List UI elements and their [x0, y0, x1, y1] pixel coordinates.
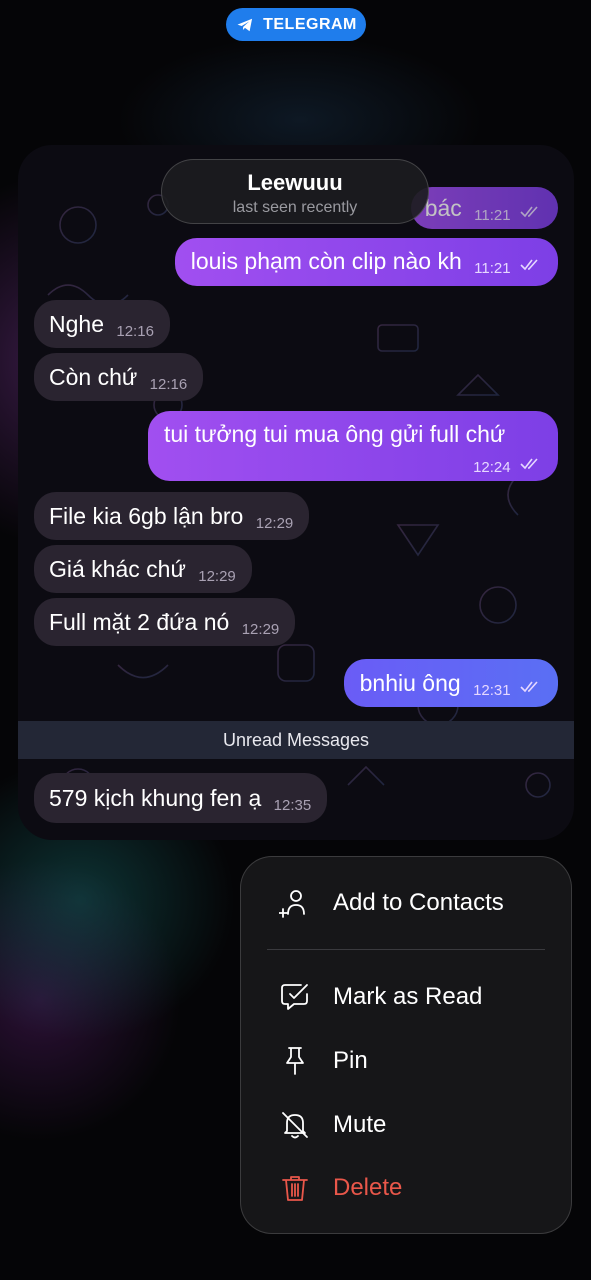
- menu-item-label: Delete: [333, 1174, 403, 1201]
- menu-item-delete[interactable]: Delete: [241, 1160, 571, 1216]
- menu-item-mark-as-read[interactable]: Mark as Read: [241, 969, 571, 1025]
- unread-messages-divider: Unread Messages: [18, 721, 574, 759]
- message-text: louis phạm còn clip nào kh: [190, 248, 462, 274]
- context-menu: Add to Contacts Mark as Read Pin Mute De…: [240, 856, 572, 1234]
- pin-icon: [286, 1047, 304, 1075]
- message-text: Nghe: [49, 311, 104, 337]
- message-time: 12:16: [149, 376, 188, 393]
- chat-preview[interactable]: Leewuuu last seen recently bác 11:21 lou…: [18, 145, 574, 840]
- message-bubble[interactable]: File kia 6gb lận bro 12:29: [34, 492, 310, 540]
- trash-icon: [282, 1176, 308, 1201]
- menu-item-mute[interactable]: Mute: [241, 1097, 571, 1153]
- message-text: Còn chứ: [49, 364, 138, 390]
- message-bubble[interactable]: bác 11:21: [410, 187, 558, 229]
- message-time: 11:21: [474, 260, 511, 277]
- menu-item-add-to-contacts[interactable]: Add to Contacts: [241, 875, 571, 931]
- message-bubble[interactable]: 579 kịch khung fen ạ 12:35: [34, 773, 328, 823]
- menu-item-label: Add to Contacts: [333, 889, 504, 916]
- message-time: 11:21: [474, 207, 511, 224]
- message-bubble[interactable]: louis phạm còn clip nào kh 11:21: [174, 238, 558, 286]
- double-check-icon: [520, 458, 538, 470]
- message-time: 12:31: [473, 682, 511, 699]
- contact-status: last seen recently: [232, 199, 358, 216]
- message-text: File kia 6gb lận bro: [49, 503, 244, 529]
- bell-off-icon: [282, 1112, 308, 1139]
- message-text: bnhiu ông: [359, 670, 461, 696]
- double-check-icon: [520, 681, 538, 693]
- menu-item-pin[interactable]: Pin: [241, 1033, 571, 1089]
- message-text: Giá khác chứ: [49, 556, 186, 582]
- message-bubble[interactable]: Còn chứ 12:16: [34, 353, 204, 401]
- double-check-icon: [520, 259, 538, 271]
- menu-item-label: Mute: [333, 1111, 387, 1138]
- chat-header[interactable]: Leewuuu last seen recently: [161, 159, 429, 224]
- add-contact-icon: [279, 890, 305, 918]
- menu-item-label: Mark as Read: [333, 983, 483, 1010]
- message-text: bác: [424, 195, 462, 221]
- unread-label: Unread Messages: [222, 729, 370, 750]
- mark-read-icon: [281, 984, 308, 1010]
- telegram-badge: TELEGRAM: [226, 8, 366, 41]
- message-bubble[interactable]: bnhiu ông 12:31: [343, 659, 558, 707]
- message-bubble[interactable]: Full mặt 2 đứa nó 12:29: [34, 598, 296, 646]
- message-time: 12:35: [273, 797, 312, 814]
- message-time: 12:29: [241, 621, 280, 638]
- telegram-plane-icon: [237, 18, 253, 31]
- message-bubble[interactable]: Giá khác chứ 12:29: [34, 545, 252, 593]
- message-bubble[interactable]: Nghe 12:16: [34, 300, 170, 348]
- message-time: 12:24: [473, 459, 511, 476]
- message-text: Full mặt 2 đứa nó: [49, 609, 230, 635]
- message-time: 12:29: [255, 515, 294, 532]
- message-time: 12:29: [198, 568, 236, 585]
- message-text: 579 kịch khung fen ạ: [49, 785, 262, 811]
- app-name: TELEGRAM: [263, 15, 357, 33]
- menu-item-label: Pin: [333, 1047, 368, 1074]
- menu-divider: [267, 949, 545, 950]
- contact-name: Leewuuu: [247, 170, 343, 195]
- message-time: 12:16: [116, 323, 154, 340]
- message-bubble[interactable]: tui tưởng tui mua ông gửi full chứ 12:24: [148, 411, 558, 481]
- double-check-icon: [520, 206, 538, 218]
- message-text: tui tưởng tui mua ông gửi full chứ: [164, 421, 506, 447]
